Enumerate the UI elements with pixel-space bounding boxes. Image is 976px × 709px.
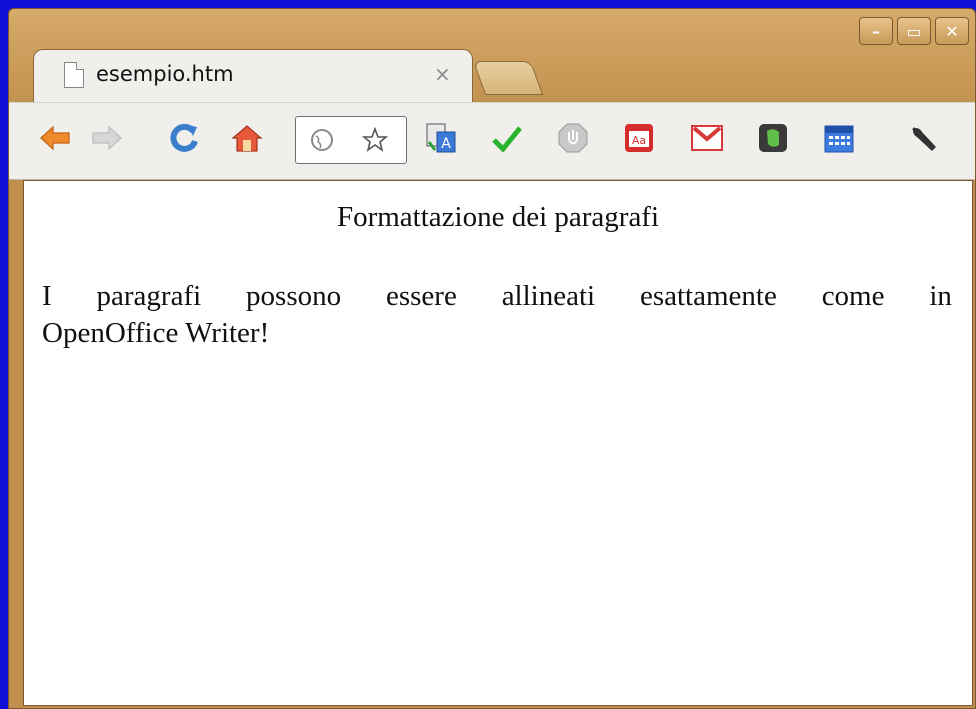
dictionary-extension-button[interactable]: Aa bbox=[621, 121, 657, 155]
paragraph-word: esattamente bbox=[639, 280, 777, 312]
evernote-icon bbox=[759, 124, 787, 152]
minimize-button[interactable]: – bbox=[859, 17, 893, 45]
back-button[interactable] bbox=[37, 121, 73, 155]
dictionary-icon: Aa bbox=[625, 124, 653, 152]
toolbar: A Aa bbox=[9, 102, 975, 180]
paragraph-word: essere bbox=[385, 280, 457, 312]
reload-icon bbox=[170, 123, 198, 152]
page-content: Formattazione dei paragrafi Iparagrafi po… bbox=[23, 180, 973, 706]
page-icon bbox=[64, 62, 84, 88]
tab-close-button[interactable]: × bbox=[434, 62, 451, 86]
wrench-icon bbox=[912, 127, 936, 151]
address-bar[interactable] bbox=[295, 116, 407, 164]
home-icon bbox=[231, 125, 263, 152]
tab-title: esempio.htm bbox=[96, 62, 234, 86]
back-icon bbox=[40, 125, 70, 151]
calendar-icon bbox=[824, 125, 854, 153]
home-button[interactable] bbox=[229, 121, 265, 155]
paragraph-word: I bbox=[42, 280, 52, 312]
paragraph-word: allineati bbox=[501, 280, 596, 312]
page-heading: Formattazione dei paragrafi bbox=[336, 201, 660, 233]
paragraph-word: come bbox=[821, 280, 885, 312]
stop-icon bbox=[558, 123, 588, 153]
paragraph-word: in bbox=[929, 280, 952, 312]
paragraph-line-2: OpenOffice Writer! bbox=[42, 317, 270, 349]
browser-window: – ▭ ✕ esempio.htm × A Aa Formattazione d… bbox=[8, 8, 976, 709]
close-icon: ✕ bbox=[945, 21, 959, 41]
calendar-extension-button[interactable] bbox=[821, 121, 857, 155]
maximize-button[interactable]: ▭ bbox=[897, 17, 931, 45]
svg-text:A: A bbox=[441, 136, 451, 152]
globe-icon bbox=[311, 129, 333, 151]
star-icon[interactable] bbox=[362, 127, 388, 153]
paragraph-word: possono bbox=[246, 280, 342, 312]
adblock-extension-button[interactable] bbox=[555, 121, 591, 155]
tab-esempio[interactable]: esempio.htm × bbox=[33, 49, 473, 103]
forward-icon bbox=[92, 125, 122, 151]
settings-button[interactable] bbox=[905, 121, 941, 155]
paragraph: Iparagrafi possono essere allineati esattame… bbox=[42, 278, 952, 352]
forward-button[interactable] bbox=[89, 121, 125, 155]
translate-extension-button[interactable]: A bbox=[423, 121, 459, 155]
window-controls: – ▭ ✕ bbox=[855, 17, 969, 45]
minimize-icon: – bbox=[872, 21, 880, 41]
close-window-button[interactable]: ✕ bbox=[935, 17, 969, 45]
evernote-extension-button[interactable] bbox=[755, 121, 791, 155]
paragraph-line-1: Iparagrafi possono essere allineati esattame… bbox=[42, 278, 952, 315]
new-tab-button[interactable] bbox=[472, 61, 544, 95]
check-icon bbox=[492, 126, 522, 152]
translate-icon: A bbox=[426, 123, 456, 153]
reload-button[interactable] bbox=[167, 121, 201, 155]
paragraph-word: paragrafi bbox=[96, 280, 202, 312]
maximize-icon: ▭ bbox=[906, 21, 922, 41]
svg-text:Aa: Aa bbox=[632, 134, 646, 147]
gmail-extension-button[interactable] bbox=[689, 121, 725, 155]
gmail-icon bbox=[691, 125, 723, 151]
check-extension-button[interactable] bbox=[489, 121, 525, 155]
